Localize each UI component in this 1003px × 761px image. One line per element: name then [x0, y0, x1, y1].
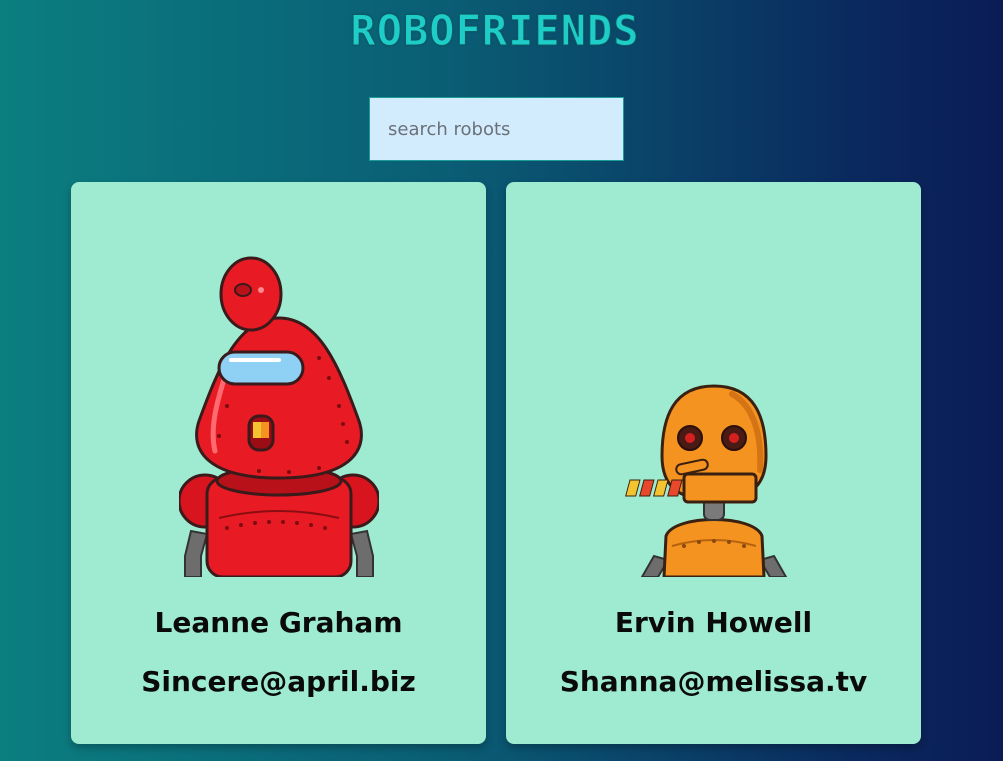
robot-name: Leanne Graham [154, 606, 403, 639]
robot-card[interactable]: Ervin Howell Shanna@melissa.tv [506, 182, 921, 744]
robot-email: Shanna@melissa.tv [559, 665, 868, 698]
page-title: ROBOFRIENDS [350, 6, 640, 56]
red-robot-icon [178, 256, 379, 577]
robot-name: Ervin Howell [614, 606, 813, 639]
robot-email: Sincere@april.biz [141, 665, 416, 698]
search-input[interactable] [369, 97, 624, 161]
robot-card[interactable]: Leanne Graham Sincere@april.biz [71, 182, 486, 744]
orange-robot-icon [624, 384, 787, 577]
